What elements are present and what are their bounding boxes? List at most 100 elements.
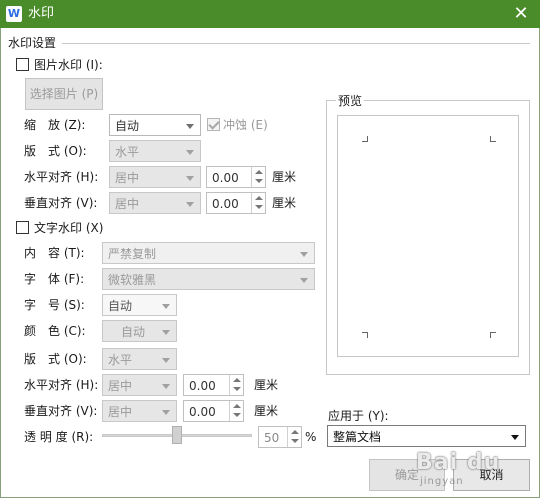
picture-v-offset-stepper[interactable]: 0.00 — [206, 192, 266, 214]
erode-checkbox[interactable] — [207, 118, 220, 131]
text-v-unit: 厘米 — [254, 404, 279, 418]
text-v-offset-value: 0.00 — [189, 405, 216, 419]
chevron-down-icon — [186, 176, 194, 181]
text-h-align-combo[interactable]: 居中 — [102, 374, 177, 396]
picture-layout-combo[interactable]: 水平 — [109, 140, 201, 162]
transparency-slider-thumb[interactable] — [172, 426, 182, 444]
chevron-down-icon — [162, 304, 170, 309]
margin-corner-mark — [490, 136, 496, 142]
picture-h-offset-value: 0.00 — [212, 171, 239, 185]
color-label: 颜 色 (C): — [24, 324, 86, 338]
picture-h-align-value: 居中 — [115, 171, 140, 185]
select-picture-button[interactable]: 选择图片 (P) — [25, 78, 103, 110]
scale-value: 自动 — [115, 119, 140, 133]
close-icon[interactable]: ✕ — [508, 3, 534, 25]
arrow-up-icon[interactable] — [291, 430, 299, 434]
picture-h-unit: 厘米 — [272, 170, 297, 184]
stepper-buttons[interactable] — [287, 427, 301, 447]
percent-sign: % — [305, 430, 317, 444]
text-watermark-checkbox[interactable] — [16, 221, 29, 234]
picture-watermark-label: 图片水印 (I): — [34, 58, 103, 72]
chevron-down-icon — [162, 410, 170, 415]
transparency-label: 透 明 度 (R): — [24, 430, 94, 444]
picture-v-align-label: 垂直对齐 (V): — [24, 196, 98, 210]
chevron-down-icon — [162, 384, 170, 389]
picture-layout-label: 版 式 (O): — [24, 144, 87, 158]
chevron-down-icon — [300, 278, 308, 283]
text-watermark-label: 文字水印 (X) — [34, 221, 104, 235]
margin-corner-mark — [490, 332, 496, 338]
picture-h-align-label: 水平对齐 (H): — [24, 170, 99, 184]
scale-combo[interactable]: 自动 — [109, 114, 201, 136]
content-label: 内 容 (T): — [24, 246, 85, 260]
picture-v-align-value: 居中 — [115, 197, 140, 211]
text-h-offset-value: 0.00 — [189, 379, 216, 393]
size-label: 字 号 (S): — [24, 298, 85, 312]
chevron-down-icon — [162, 330, 170, 335]
arrow-down-icon[interactable] — [255, 205, 263, 209]
picture-watermark-checkbox[interactable] — [16, 58, 29, 71]
picture-h-offset-stepper[interactable]: 0.00 — [206, 166, 266, 188]
apply-to-value: 整篇文档 — [333, 430, 382, 444]
text-h-unit: 厘米 — [254, 378, 279, 392]
stepper-buttons[interactable] — [251, 167, 265, 187]
arrow-down-icon[interactable] — [233, 387, 241, 391]
picture-v-unit: 厘米 — [272, 196, 297, 210]
text-v-align-combo[interactable]: 居中 — [102, 400, 177, 422]
transparency-value: 50 — [264, 431, 280, 445]
wps-writer-icon: W — [6, 6, 22, 22]
text-v-align-value: 居中 — [108, 405, 133, 419]
content-value: 严禁复制 — [108, 247, 157, 261]
font-label: 字 体 (F): — [24, 272, 85, 286]
arrow-up-icon[interactable] — [233, 378, 241, 382]
chevron-down-icon — [300, 252, 308, 257]
size-value: 自动 — [108, 299, 133, 313]
chevron-down-icon — [511, 435, 519, 440]
arrow-up-icon[interactable] — [255, 170, 263, 174]
content-combo[interactable]: 严禁复制 — [102, 242, 315, 264]
arrow-up-icon[interactable] — [255, 196, 263, 200]
text-h-offset-stepper[interactable]: 0.00 — [183, 374, 244, 396]
font-combo[interactable]: 微软雅黑 — [102, 268, 315, 290]
arrow-down-icon[interactable] — [255, 179, 263, 183]
color-value: 自动 — [121, 325, 146, 339]
picture-v-align-combo[interactable]: 居中 — [109, 192, 201, 214]
font-value: 微软雅黑 — [108, 273, 157, 287]
picture-h-align-combo[interactable]: 居中 — [109, 166, 201, 188]
baidu-watermark-sub: jingyan — [420, 476, 464, 487]
baidu-watermark: Bai du — [416, 450, 501, 475]
chevron-down-icon — [186, 124, 194, 129]
margin-corner-mark — [362, 332, 368, 338]
preview-page — [337, 115, 519, 357]
chevron-down-icon — [186, 150, 194, 155]
stepper-buttons[interactable] — [229, 401, 243, 421]
chevron-down-icon — [186, 202, 194, 207]
size-combo[interactable]: 自动 — [102, 294, 177, 316]
transparency-stepper[interactable]: 50 — [258, 426, 302, 448]
erode-label: 冲蚀 (E) — [223, 118, 268, 132]
title-bar: W 水印 ✕ — [0, 0, 540, 28]
picture-layout-value: 水平 — [115, 145, 140, 159]
text-h-align-label: 水平对齐 (H): — [24, 378, 99, 392]
window-title: 水印 — [28, 6, 55, 21]
group-divider — [62, 43, 530, 44]
color-combo[interactable]: 自动 — [102, 320, 177, 342]
text-layout-combo[interactable]: 水平 — [102, 348, 177, 370]
picture-v-offset-value: 0.00 — [212, 197, 239, 211]
margin-corner-mark — [362, 136, 368, 142]
text-h-align-value: 居中 — [108, 379, 133, 393]
arrow-down-icon[interactable] — [291, 439, 299, 443]
stepper-buttons[interactable] — [251, 193, 265, 213]
apply-to-combo[interactable]: 整篇文档 — [327, 425, 526, 447]
stepper-buttons[interactable] — [229, 375, 243, 395]
text-v-align-label: 垂直对齐 (V): — [24, 404, 98, 418]
scale-label: 缩 放 (Z): — [24, 118, 86, 132]
text-layout-label: 版 式 (O): — [24, 352, 87, 366]
text-layout-value: 水平 — [108, 353, 133, 367]
arrow-down-icon[interactable] — [233, 413, 241, 417]
chevron-down-icon — [162, 358, 170, 363]
preview-title: 预览 — [336, 93, 365, 109]
arrow-up-icon[interactable] — [233, 404, 241, 408]
text-v-offset-stepper[interactable]: 0.00 — [183, 400, 244, 422]
group-title: 水印设置 — [8, 36, 57, 50]
